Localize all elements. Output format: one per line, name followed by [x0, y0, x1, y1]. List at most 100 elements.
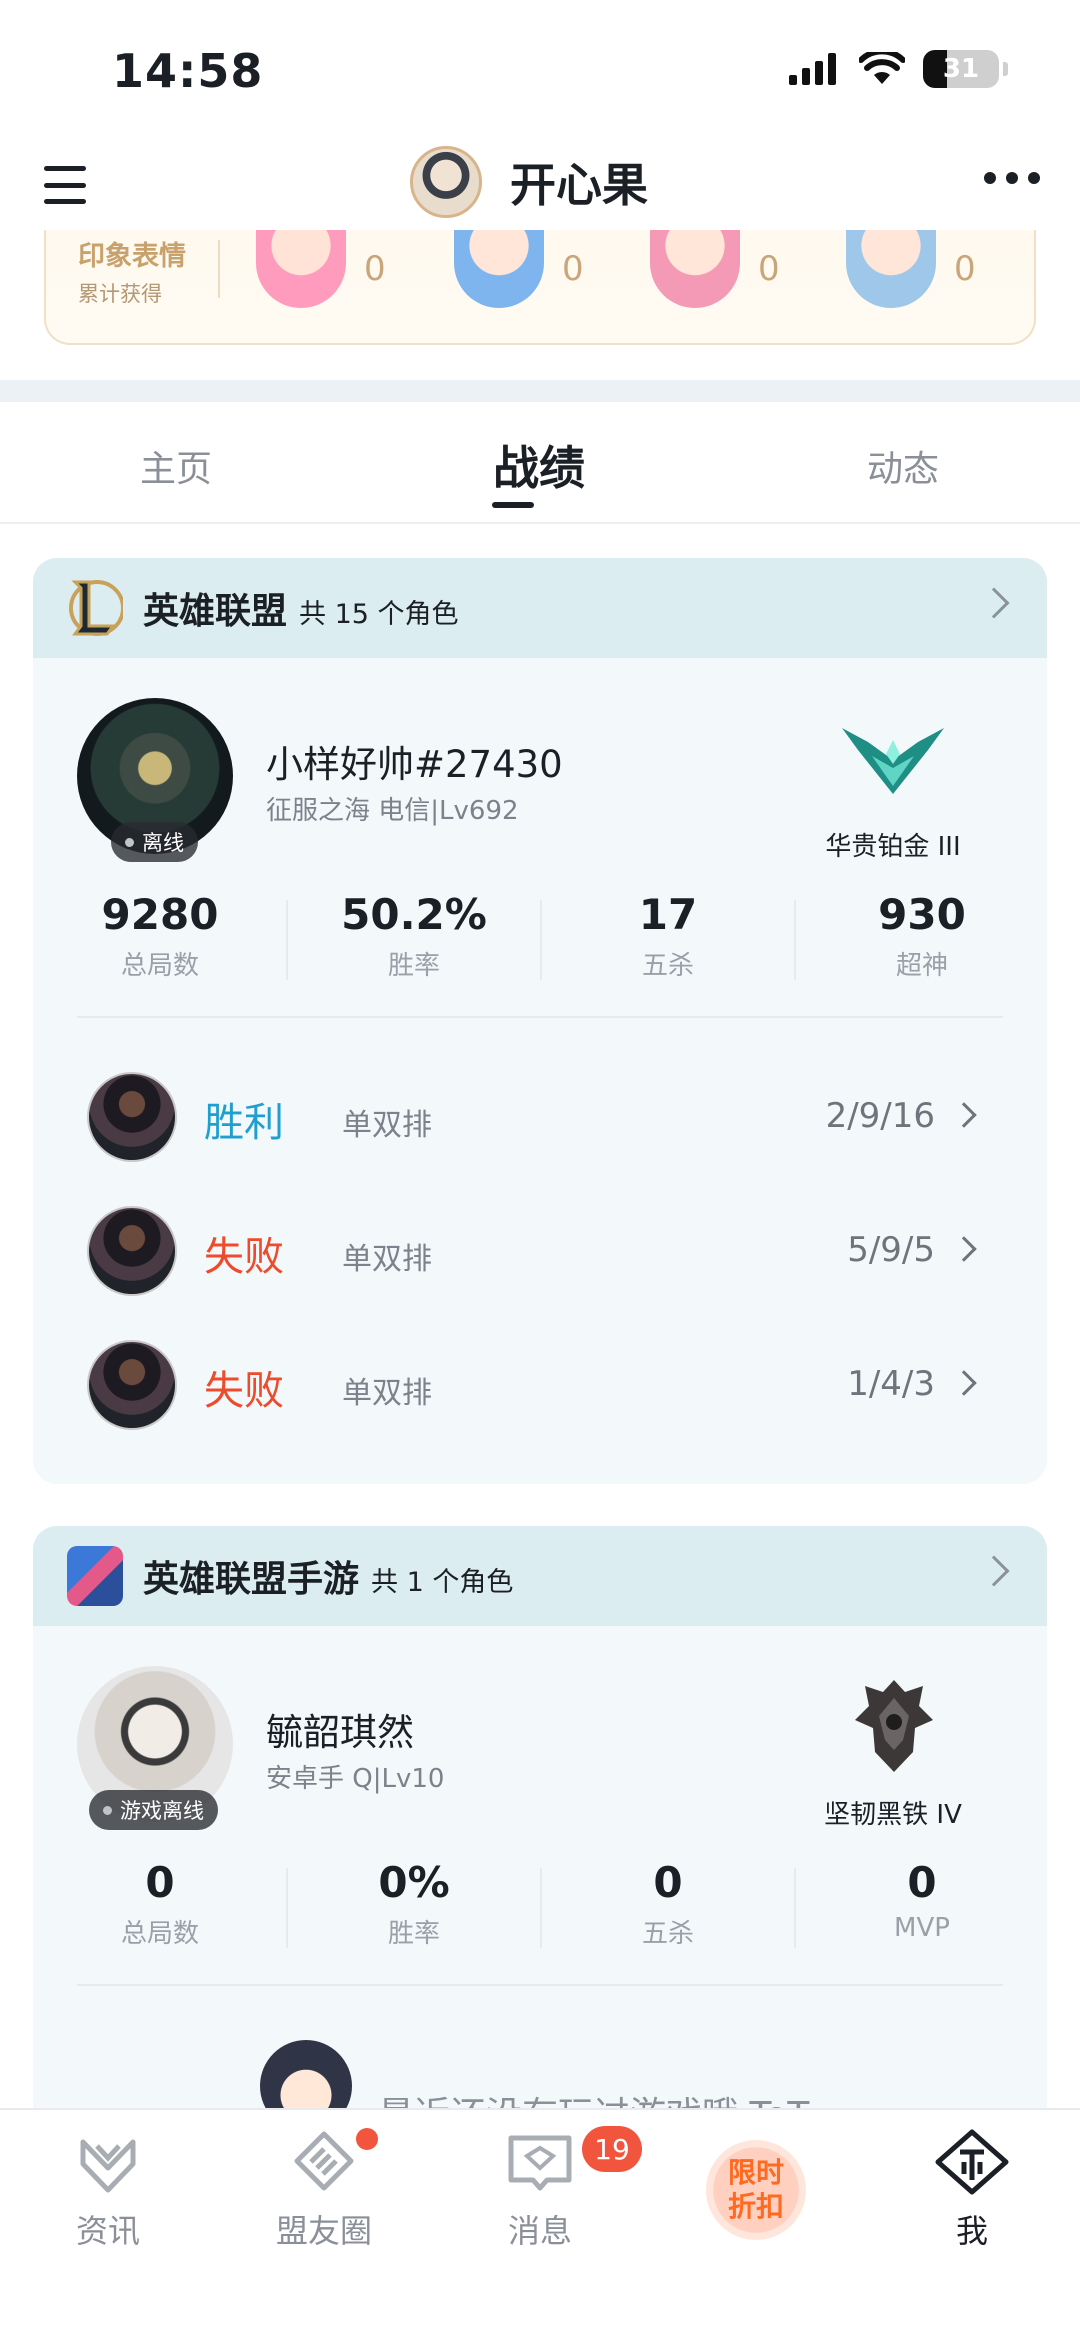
emote-item[interactable]: 0: [846, 230, 976, 308]
avatar[interactable]: [410, 146, 482, 218]
emote-count: 0: [758, 249, 780, 289]
player-name: 毓韶琪然: [266, 1711, 414, 1754]
stat-value: 0: [145, 1858, 175, 1907]
status-text: 离线: [142, 831, 184, 855]
chevron-right-icon: [951, 1236, 977, 1262]
stats-row: 0 总局数 0% 胜率 0 五杀 0 MVP: [33, 1858, 1047, 1968]
emote-item[interactable]: 0: [454, 230, 584, 308]
promo-line-2: 折扣: [727, 2190, 784, 2223]
active-tab-indicator: [492, 502, 534, 508]
battery-icon: 31: [923, 50, 999, 88]
match-mode: 单双排: [342, 1108, 432, 1143]
stat-value: 0: [653, 1858, 683, 1907]
role-count: 共 1 个角色: [371, 1566, 514, 1598]
more-options-button[interactable]: [984, 172, 1040, 184]
chevron-right-icon: [951, 1102, 977, 1128]
page-title: 开心果: [510, 158, 648, 212]
match-kda: 1/4/3: [847, 1364, 935, 1404]
online-status-badge: 离线: [111, 822, 198, 862]
player-name: 小样好帅#27430: [266, 743, 563, 786]
status-time: 14:58: [112, 44, 264, 98]
tab-records[interactable]: 战绩: [493, 432, 585, 498]
divider: [77, 1016, 1003, 1018]
more-icon: [984, 172, 996, 184]
emote-item[interactable]: 0: [650, 230, 780, 308]
player-server-level: 征服之海 电信|Lv692: [266, 796, 519, 826]
lol-card-header[interactable]: 英雄联盟 共 15 个角色: [33, 558, 1047, 658]
stat-win-rate: 50.2% 胜率: [287, 890, 541, 982]
limited-discount-button[interactable]: 限时 折扣: [706, 2140, 806, 2240]
status-bar: 14:58 31: [0, 0, 1080, 130]
lol-mobile-card-header[interactable]: 英雄联盟手游 共 1 个角色: [33, 1526, 1047, 1626]
message-icon: [508, 2135, 572, 2191]
game-title: 英雄联盟: [143, 591, 288, 632]
stat-value: 9280: [101, 890, 219, 939]
stat-value: 0: [907, 1858, 937, 1907]
nav-news[interactable]: 资讯: [18, 2128, 198, 2252]
tab-activity[interactable]: 动态: [867, 440, 939, 492]
emote-count: 0: [954, 249, 976, 289]
stat-total-games: 0 总局数: [33, 1858, 287, 1950]
chevron-right-icon: [978, 1555, 1010, 1587]
stat-label: 五杀: [641, 1919, 694, 1949]
emotes-title: 印象表情: [78, 241, 186, 272]
stat-pentakills: 17 五杀: [541, 890, 795, 982]
lol-game-card: 英雄联盟 共 15 个角色 离线 小样好帅#27430 征服之海 电信|Lv69…: [33, 558, 1047, 1484]
menu-button[interactable]: [40, 160, 90, 210]
stat-value: 50.2%: [341, 890, 487, 939]
emote-count: 0: [364, 249, 386, 289]
chevron-right-icon: [978, 587, 1010, 619]
match-row[interactable]: 胜利 单双排 2/9/16: [87, 1072, 987, 1164]
promo-line-1: 限时: [727, 2156, 784, 2189]
tab-home[interactable]: 主页: [140, 440, 212, 492]
match-result: 失败: [204, 1234, 284, 1280]
emote-item[interactable]: 0: [256, 230, 386, 308]
stat-pentakills: 0 五杀: [541, 1858, 795, 1950]
divider: [77, 1984, 1003, 1986]
online-status-badge: 游戏离线: [89, 1790, 218, 1830]
lol-mobile-logo-icon: [67, 1546, 123, 1606]
unread-badge: 19: [582, 2126, 642, 2172]
stat-mvp: 0 MVP: [795, 1858, 1047, 1943]
match-row[interactable]: 失败 单双排 5/9/5: [87, 1206, 987, 1298]
stat-value: 930: [878, 890, 966, 939]
nav-community[interactable]: 盟友圈: [234, 2128, 414, 2252]
stat-label: 超神: [895, 951, 948, 981]
profile-tabs: 主页 战绩 动态: [0, 402, 1080, 524]
lol-mobile-game-card: 英雄联盟手游 共 1 个角色 游戏离线 毓韶琪然 安卓手 Q|Lv10 坚韧黑铁…: [33, 1526, 1047, 2126]
stat-win-rate: 0% 胜率: [287, 1858, 541, 1950]
news-icon: [80, 2139, 136, 2193]
platinum-rank-icon: [842, 728, 944, 794]
nav-me[interactable]: 我: [882, 2128, 1062, 2252]
status-dot: [125, 837, 134, 847]
role-count: 共 15 个角色: [299, 598, 459, 630]
iron-rank-icon: [855, 1680, 933, 1772]
impression-emotes-card[interactable]: 印象表情 累计获得 0 0 0 0: [44, 230, 1036, 345]
heart-emote-icon: [650, 230, 740, 308]
stat-label: 总局数: [120, 951, 199, 981]
battery-level: 31: [942, 54, 980, 84]
stat-label: 总局数: [120, 1919, 199, 1949]
stats-row: 9280 总局数 50.2% 胜率 17 五杀 930 超神: [33, 890, 1047, 1000]
profile-icon: [935, 2129, 1009, 2195]
profile-header[interactable]: 开心果: [410, 146, 648, 218]
bottom-navigation: 资讯 盟友圈 消息 19 限时 折扣 我: [0, 2108, 1080, 2337]
stat-legendary: 930 超神: [795, 890, 1047, 982]
champion-avatar: [87, 1206, 177, 1296]
player-server-level: 安卓手 Q|Lv10: [266, 1764, 445, 1794]
blue-hair-emote-icon: [454, 230, 544, 308]
status-text: 游戏离线: [120, 1799, 204, 1823]
community-icon: [294, 2131, 354, 2191]
nav-label: 消息: [507, 2212, 572, 2250]
nav-messages[interactable]: 消息 19: [450, 2126, 642, 2252]
emote-count: 0: [562, 249, 584, 289]
stat-value: 17: [638, 890, 698, 939]
champion-avatar: [87, 1340, 177, 1430]
gg-emote-icon: [846, 230, 936, 308]
pink-hair-emote-icon: [256, 230, 346, 308]
champion-avatar: [87, 1072, 177, 1162]
match-result: 失败: [204, 1368, 284, 1414]
divider: [218, 240, 220, 298]
nav-label: 盟友圈: [275, 2212, 372, 2250]
match-row[interactable]: 失败 单双排 1/4/3: [87, 1340, 987, 1432]
